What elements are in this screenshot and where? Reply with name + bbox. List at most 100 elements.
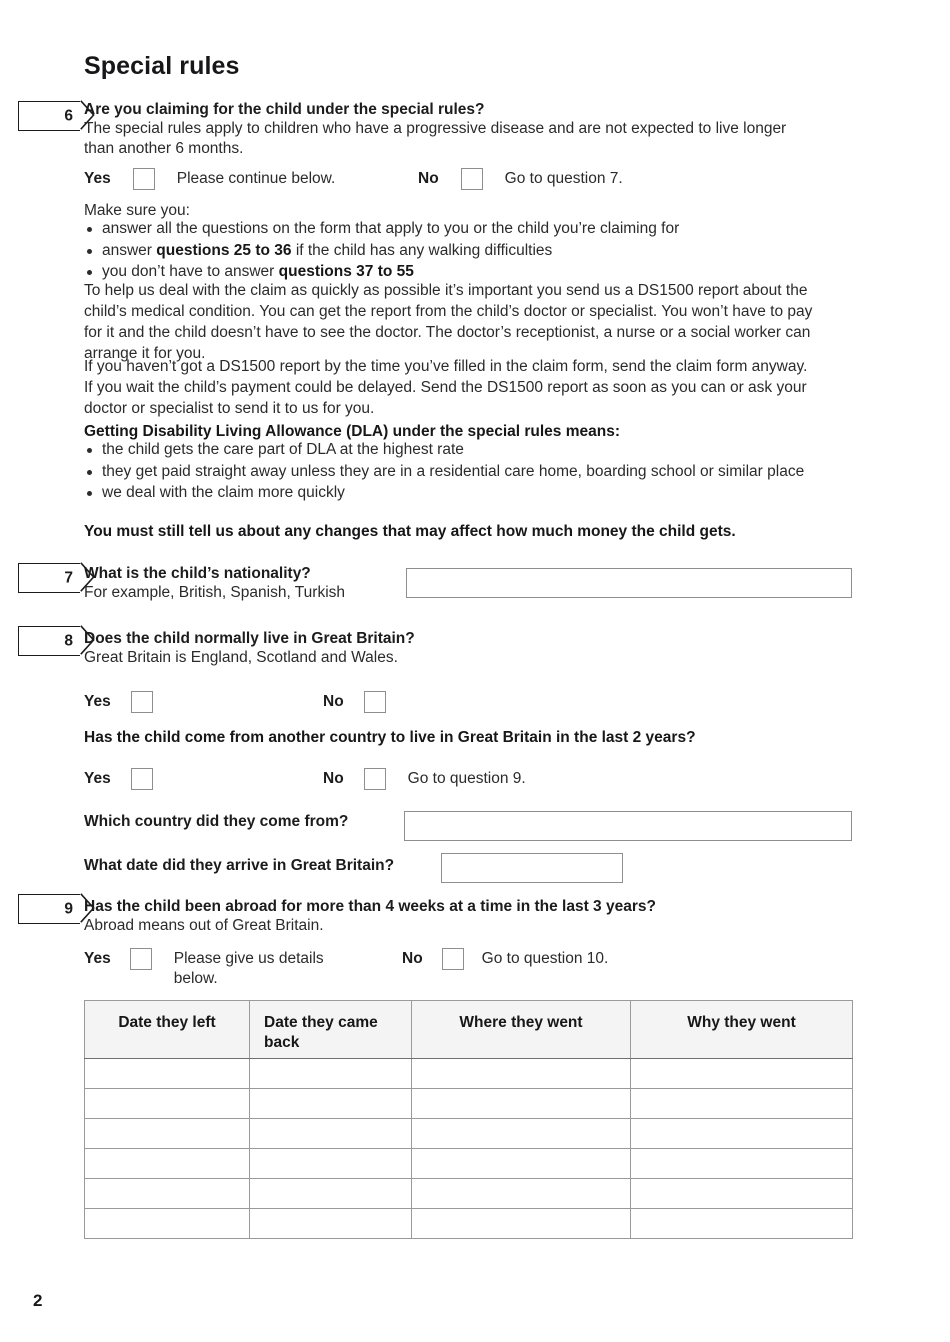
question-number-badge-6: 6: [18, 100, 95, 131]
question-6-closing-note: You must still tell us about any changes…: [84, 523, 736, 540]
table-cell-date-came-back[interactable]: [249, 1178, 412, 1209]
table-cell-date-left[interactable]: [84, 1088, 250, 1119]
question-8-yes-checkbox[interactable]: [130, 691, 153, 713]
table-cell-date-left[interactable]: [84, 1178, 250, 1209]
dla-bullet-item: we deal with the claim more quickly: [84, 483, 844, 504]
bullet-text-post: if the child has any walking difficultie…: [291, 241, 553, 259]
table-cell-where-went[interactable]: [411, 1058, 631, 1089]
table-row[interactable]: [84, 1058, 853, 1089]
question-number-8: 8: [64, 632, 73, 650]
table-row[interactable]: [84, 1178, 853, 1209]
table-row[interactable]: [84, 1208, 853, 1239]
arrival-date-label: What date did they arrive in Great Brita…: [84, 857, 395, 874]
ds1500-paragraph-2: If you haven’t got a DS1500 report by th…: [84, 358, 808, 417]
table-cell-date-came-back[interactable]: [249, 1208, 412, 1239]
make-sure-bullet-item: answer questions 25 to 36 if the child h…: [84, 241, 844, 262]
question-6-yes-note: Please continue below.: [176, 170, 336, 187]
question-9-yes-label: Yes: [84, 950, 111, 967]
question-8-no-checkbox[interactable]: [363, 691, 386, 713]
page-number: 2: [33, 1291, 43, 1310]
question-8-sub-yes-option[interactable]: Yes: [84, 768, 153, 790]
table-header-date-came-back: Date they came back: [249, 1000, 412, 1059]
table-cell-why-went[interactable]: [630, 1058, 853, 1089]
question-9-no-checkbox[interactable]: [441, 948, 464, 970]
table-cell-date-left[interactable]: [84, 1118, 250, 1149]
table-body: [84, 1058, 853, 1239]
question-8-sub-yes-label: Yes: [84, 770, 111, 787]
ds1500-paragraph-1: To help us deal with the claim as quickl…: [84, 282, 813, 362]
table-cell-where-went[interactable]: [411, 1118, 631, 1149]
table-header-date-left: Date they left: [84, 1000, 250, 1059]
table-cell-why-went[interactable]: [630, 1148, 853, 1179]
dla-bullet-text: the child gets the care part of DLA at t…: [102, 441, 464, 458]
form-page: Special rules 6 Are you claiming for the…: [0, 0, 950, 1342]
table-cell-why-went[interactable]: [630, 1208, 853, 1239]
bullet-text-pre: answer all the questions on the form tha…: [102, 220, 680, 237]
question-8-no-label: No: [323, 693, 344, 710]
table-cell-why-went[interactable]: [630, 1118, 853, 1149]
question-number-badge-7: 7: [18, 562, 95, 593]
table-row[interactable]: [84, 1088, 853, 1119]
question-9-yes-checkbox[interactable]: [129, 948, 152, 970]
question-number-badge-9: 9: [18, 893, 95, 924]
question-9-no-option[interactable]: No Go to question 10.: [402, 948, 608, 970]
question-9-no-note: Go to question 10.: [481, 950, 609, 967]
question-6-yes-option[interactable]: Yes Please continue below.: [84, 168, 387, 190]
question-6-no-option[interactable]: No Go to question 7.: [418, 168, 705, 190]
table-row[interactable]: [84, 1148, 853, 1179]
question-number-9: 9: [64, 900, 73, 918]
question-6-title: Are you claiming for the child under the…: [84, 101, 485, 118]
question-8-sub-no-option[interactable]: No Go to question 9.: [323, 768, 526, 790]
table-header-where-went: Where they went: [411, 1000, 631, 1059]
make-sure-bullet-item: answer all the questions on the form tha…: [84, 219, 844, 240]
table-cell-date-left[interactable]: [84, 1058, 250, 1089]
table-cell-date-came-back[interactable]: [249, 1088, 412, 1119]
bullet-text-pre: you don’t have to answer: [102, 263, 279, 281]
question-8-yes-option[interactable]: Yes: [84, 691, 153, 713]
dla-bullet-item: they get paid straight away unless they …: [84, 462, 844, 483]
question-8-sub-no-checkbox[interactable]: [363, 768, 386, 790]
question-6-subtitle: The special rules apply to children who …: [84, 120, 787, 158]
table-cell-date-left[interactable]: [84, 1148, 250, 1179]
question-9-subtitle: Abroad means out of Great Britain.: [84, 917, 324, 934]
question-8-sub-no-label: No: [323, 770, 344, 787]
table-cell-date-left[interactable]: [84, 1208, 250, 1239]
question-6-yes-label: Yes: [84, 170, 111, 187]
question-6-no-note: Go to question 7.: [504, 170, 623, 187]
table-row[interactable]: [84, 1118, 853, 1149]
table-cell-date-came-back[interactable]: [249, 1118, 412, 1149]
table-cell-where-went[interactable]: [411, 1088, 631, 1119]
bullet-text-bold: questions 37 to 55: [278, 263, 414, 281]
question-8-yes-label: Yes: [84, 693, 111, 710]
child-nationality-input[interactable]: [406, 568, 852, 598]
question-7-subtitle: For example, British, Spanish, Turkish: [84, 584, 346, 601]
question-6-yes-checkbox[interactable]: [132, 168, 155, 190]
country-came-from-label: Which country did they come from?: [84, 813, 349, 830]
table-cell-why-went[interactable]: [630, 1088, 853, 1119]
table-header-row: Date they left Date they came back Where…: [84, 1000, 853, 1059]
dla-bullet-text: they get paid straight away unless they …: [102, 462, 805, 480]
question-8-sub-yes-checkbox[interactable]: [130, 768, 153, 790]
question-9-yes-option[interactable]: Yes Please give us details below.: [84, 948, 332, 989]
arrival-date-input[interactable]: [441, 853, 623, 883]
bullet-text-pre: answer: [102, 241, 157, 259]
travel-details-table: Date they left Date they came back Where…: [84, 1000, 853, 1239]
question-9-yes-note: Please give us details below.: [173, 950, 324, 987]
table-cell-where-went[interactable]: [411, 1208, 631, 1239]
dla-bullet-item: the child gets the care part of DLA at t…: [84, 440, 844, 461]
question-8-no-option[interactable]: No: [323, 691, 386, 713]
table-cell-where-went[interactable]: [411, 1148, 631, 1179]
question-9-title: Has the child been abroad for more than …: [84, 898, 656, 915]
table-cell-date-came-back[interactable]: [249, 1058, 412, 1089]
question-number-badge-8: 8: [18, 625, 95, 656]
dla-bullet-list: the child gets the care part of DLA at t…: [84, 440, 844, 505]
table-cell-why-went[interactable]: [630, 1178, 853, 1209]
table-cell-date-came-back[interactable]: [249, 1148, 412, 1179]
question-6-no-checkbox[interactable]: [460, 168, 483, 190]
country-came-from-input[interactable]: [404, 811, 852, 841]
table-header-why-went: Why they went: [630, 1000, 853, 1059]
question-9-no-label: No: [402, 950, 423, 967]
question-number-7: 7: [64, 569, 73, 587]
table-cell-where-went[interactable]: [411, 1178, 631, 1209]
question-number-6: 6: [64, 107, 73, 125]
